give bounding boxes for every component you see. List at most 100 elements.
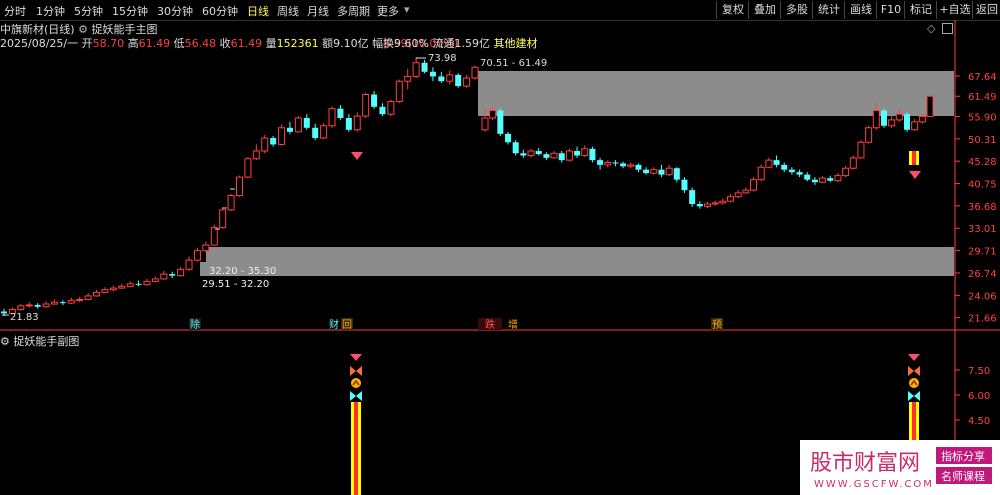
zone-low-box xyxy=(200,262,954,276)
svg-text:股市财富网: 股市财富网 xyxy=(810,451,920,476)
candle-body xyxy=(135,283,142,285)
candle-body xyxy=(252,150,260,160)
candle-body xyxy=(93,291,101,297)
y-tick-label: 45.28 xyxy=(968,157,997,168)
candle-body xyxy=(446,74,454,82)
candle-body xyxy=(650,169,658,174)
candle-body xyxy=(169,274,176,276)
candle-body xyxy=(471,66,479,79)
watermark-logo-icon: 股市财富网 指标分享 名师课程 WWW.GSCFW.COM xyxy=(810,447,992,490)
sub-y-tick-label: 4.50 xyxy=(968,416,990,427)
candle-body xyxy=(328,108,336,127)
event-marker-finance[interactable]: 财 xyxy=(329,318,339,331)
candle-body xyxy=(67,299,75,304)
candle-body xyxy=(581,148,589,157)
candle-body xyxy=(151,278,159,282)
candle-body xyxy=(227,195,235,211)
candle-body xyxy=(727,196,735,202)
candle-body xyxy=(765,159,773,168)
candle-body xyxy=(193,250,201,261)
candle-body xyxy=(750,179,758,191)
svg-text:WWW.GSCFW.COM: WWW.GSCFW.COM xyxy=(814,479,934,490)
candle-body xyxy=(742,189,750,194)
event-marker-forecast[interactable]: 预 xyxy=(712,319,722,331)
sub-y-tick-label: 6.00 xyxy=(968,391,990,402)
candle-body xyxy=(604,161,612,166)
y-tick-label: 50.31 xyxy=(968,135,997,146)
candle-body xyxy=(438,76,445,82)
candle-body xyxy=(520,153,527,156)
y-tick-label: 29.71 xyxy=(968,247,997,258)
candle-body xyxy=(345,117,352,130)
candle-body xyxy=(849,157,857,169)
event-marker-increase[interactable]: 增 xyxy=(508,318,518,331)
candle-body xyxy=(353,115,361,131)
candle-body xyxy=(76,298,84,301)
candle-body xyxy=(202,244,210,252)
site-watermark-logo: 股市财富网 指标分享 名师课程 WWW.GSCFW.COM xyxy=(800,440,1000,495)
candle-body xyxy=(565,150,573,161)
event-marker-drop[interactable]: 跌 xyxy=(485,318,495,331)
candle-body xyxy=(888,119,896,127)
candle-body xyxy=(34,304,41,307)
sub-y-tick-label: 7.50 xyxy=(968,366,990,377)
candle-body xyxy=(535,151,542,155)
candle-body xyxy=(612,162,619,164)
candle-body xyxy=(857,141,865,159)
up-arrow-icon xyxy=(351,378,361,388)
y-tick-label: 24.06 xyxy=(968,291,997,302)
candle-body xyxy=(796,172,803,175)
candle-body xyxy=(773,160,780,165)
candle-body xyxy=(895,113,903,121)
candle-body xyxy=(918,115,926,123)
y-tick-label: 36.68 xyxy=(968,202,997,213)
event-markers: 除 财 回 跌 增 预 xyxy=(189,318,723,331)
candle-body xyxy=(387,100,395,115)
candle-body xyxy=(804,174,811,180)
candle-body xyxy=(404,75,412,82)
bow-icon xyxy=(350,366,362,376)
candle-body xyxy=(734,192,742,198)
y-tick-label: 40.75 xyxy=(968,180,997,191)
candle-body xyxy=(903,114,910,130)
zone-mid-box xyxy=(206,247,954,262)
event-marker-ex-dividend[interactable]: 除 xyxy=(190,318,200,331)
candle-body xyxy=(17,305,25,311)
candle-body xyxy=(842,167,850,177)
candle-body xyxy=(643,169,650,174)
candle-body xyxy=(757,166,765,181)
y-tick-label: 21.66 xyxy=(968,314,997,325)
candle-body xyxy=(421,62,428,72)
candle-body xyxy=(320,125,328,139)
y-tick-label: 26.74 xyxy=(968,269,997,280)
candle-body xyxy=(270,138,277,145)
zone-low-label: 29.51 - 32.20 xyxy=(202,279,269,290)
candle-body xyxy=(811,179,818,183)
candle-body xyxy=(543,154,550,158)
kline-chart[interactable]: 67.64 61.49 55.90 50.31 45.28 40.75 36.68 33.01… xyxy=(0,0,1000,495)
zone-top-box xyxy=(478,71,954,116)
y-tick-label: 61.49 xyxy=(968,92,997,103)
candle-body xyxy=(497,110,504,134)
sub-signal-core xyxy=(354,402,358,495)
candle-body xyxy=(143,280,151,286)
candle-body xyxy=(126,283,134,287)
up-arrow-icon xyxy=(909,378,919,388)
candle-body xyxy=(689,190,696,205)
candle-body xyxy=(489,109,497,119)
candle-body xyxy=(781,164,788,170)
candle-body xyxy=(101,289,109,293)
red-signal-bar xyxy=(912,151,916,165)
candle-body xyxy=(589,148,596,161)
candle-body xyxy=(219,209,227,229)
event-marker-buyback[interactable]: 回 xyxy=(342,319,352,331)
candle-body xyxy=(429,71,436,77)
candle-body xyxy=(118,285,126,289)
candle-body xyxy=(312,127,319,139)
candle-body xyxy=(177,268,185,277)
candle-body xyxy=(210,227,218,246)
candle-body xyxy=(665,167,673,176)
candle-body xyxy=(681,179,688,191)
zone-top-label: 70.51 - 61.49 xyxy=(480,58,547,69)
candle-body xyxy=(880,110,887,126)
